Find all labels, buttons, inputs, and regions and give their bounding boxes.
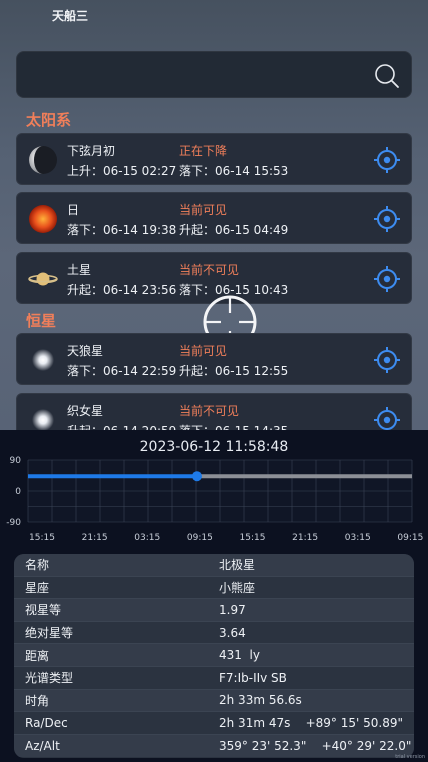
- info-row: 光谱类型 F7:Ib-IIv SB: [14, 667, 414, 690]
- info-value: F7:Ib-IIv SB: [219, 670, 287, 685]
- object-time-1: 升起：06-14 20:59: [67, 422, 176, 430]
- info-value: 1.97: [219, 602, 246, 617]
- object-card-vega[interactable]: 织女星 升起：06-14 20:59 当前不可见 落下：06-15 14:35: [16, 393, 412, 430]
- y-tick-label: 0: [15, 487, 21, 497]
- y-tick-label: -90: [6, 518, 21, 528]
- info-row: 绝对星等 3.64: [14, 622, 414, 645]
- x-tick-label: 03:15: [134, 533, 160, 543]
- x-tick-label: 09:15: [397, 533, 423, 543]
- info-key: 时角: [25, 693, 50, 708]
- object-name: 织女星: [67, 404, 104, 418]
- locate-target-icon[interactable]: [373, 265, 401, 293]
- locate-target-icon[interactable]: [373, 146, 401, 174]
- info-row: Ra/Dec 2h 31m 47s +89° 15' 50.89": [14, 712, 414, 735]
- info-row: 距离 431 ly: [14, 644, 414, 667]
- x-tick-label: 21:15: [292, 533, 318, 543]
- info-key: 视星等: [25, 603, 62, 618]
- sun-icon: [29, 205, 57, 233]
- object-time-2: 升起：06-15 12:55: [179, 364, 289, 378]
- info-value: 北极星: [219, 558, 256, 573]
- locate-target-icon[interactable]: [373, 346, 401, 374]
- detail-panel: 2023-06-12 11:58:48 90 0 -90 15:15 21:15 03:1…: [0, 430, 428, 762]
- object-time-1: 升起：06-14 23:56: [67, 283, 177, 297]
- section-title-stars: 恒星: [26, 312, 57, 330]
- object-time-2: 落下：06-15 14:35: [179, 422, 288, 430]
- object-state: 当前不可见: [179, 263, 240, 277]
- object-state: 正在下降: [179, 144, 228, 158]
- y-tick-label: 90: [10, 456, 22, 466]
- info-row: 星座 小熊座: [14, 577, 414, 600]
- object-time-1: 落下：06-14 22:59: [67, 364, 177, 378]
- x-tick-label: 09:15: [187, 533, 213, 543]
- info-key: Ra/Dec: [25, 715, 68, 730]
- object-card-sirius[interactable]: 天狼星 落下：06-14 22:59 当前可见 升起：06-15 12:55: [16, 333, 412, 385]
- info-row: 名称 北极星: [14, 554, 414, 577]
- object-state: 当前不可见: [179, 404, 240, 418]
- object-card-sun[interactable]: 日 落下：06-14 19:38 当前可见 升起：06-15 04:49: [16, 192, 412, 244]
- info-key: 距离: [25, 648, 50, 663]
- info-key: 星座: [25, 580, 50, 595]
- x-tick-label: 15:15: [29, 533, 55, 543]
- info-key: 绝对星等: [25, 626, 74, 641]
- info-row: 视星等 1.97: [14, 599, 414, 622]
- info-row: 时角 2h 33m 56.6s: [14, 689, 414, 713]
- object-time-1: 上升：06-15 02:27: [67, 164, 177, 178]
- current-time-marker: [191, 471, 202, 482]
- moon-icon: [29, 146, 57, 174]
- section-title-solar-system: 太阳系: [26, 111, 72, 129]
- object-time-2: 升起：06-15 04:49: [179, 223, 289, 237]
- object-name: 天狼星: [67, 344, 104, 358]
- info-value: 2h 31m 47s +89° 15' 50.89": [219, 715, 404, 730]
- object-info-table: 名称 北极星星座 小熊座视星等 1.97 绝对星等 3.64 距离 431 ly 光谱类型 F7:…: [14, 554, 414, 758]
- locate-target-icon[interactable]: [373, 406, 401, 430]
- watermark: trial version: [395, 754, 425, 760]
- locate-target-icon[interactable]: [373, 205, 401, 233]
- datetime-label: 2023-06-12 11:58:48: [139, 439, 289, 455]
- sky-view[interactable]: 天船三 太阳系 下弦月初 上升：06-15 02:27 正在下降 落下：06-1…: [0, 0, 428, 430]
- info-value: 3.64: [219, 625, 246, 640]
- info-value: 小熊座: [219, 580, 256, 595]
- info-value: 359° 23' 52.3" +40° 29' 22.0": [219, 739, 412, 754]
- star-icon: [32, 349, 54, 371]
- x-tick-label: 03:15: [345, 533, 371, 543]
- object-time-1: 落下：06-14 19:38: [67, 223, 177, 237]
- object-state: 当前可见: [179, 344, 228, 358]
- x-tick-label: 21:15: [82, 533, 108, 543]
- info-key: Az/Alt: [25, 739, 60, 754]
- info-value: 431 ly: [219, 648, 260, 663]
- info-value: 2h 33m 56.6s: [219, 693, 302, 708]
- info-key: 名称: [25, 558, 50, 573]
- object-time-2: 落下：06-14 15:53: [179, 164, 289, 178]
- altitude-chart[interactable]: 90 0 -90 15:15 21:15 03:15 09:15 15:15 21:15 03:1…: [0, 456, 428, 548]
- info-key: 光谱类型: [25, 671, 74, 686]
- search-input[interactable]: [16, 51, 412, 98]
- star-icon: [32, 409, 54, 430]
- object-name: 土星: [67, 263, 92, 277]
- app-title: 天船三: [52, 9, 89, 23]
- info-row: Az/Alt 359° 23' 52.3" +40° 29' 22.0": [14, 734, 414, 758]
- object-name: 日: [67, 203, 80, 217]
- object-card-moon[interactable]: 下弦月初 上升：06-15 02:27 正在下降 落下：06-14 15:53: [16, 133, 412, 185]
- search-icon[interactable]: [373, 62, 401, 90]
- saturn-icon: [28, 272, 58, 286]
- object-name: 下弦月初: [67, 144, 116, 158]
- x-tick-label: 15:15: [240, 533, 266, 543]
- object-state: 当前可见: [179, 203, 228, 217]
